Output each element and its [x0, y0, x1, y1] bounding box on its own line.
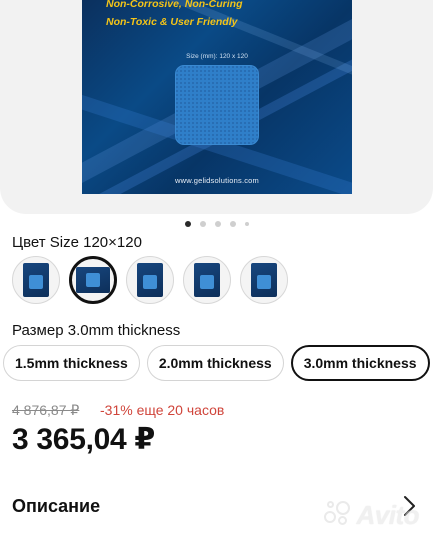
- color-swatch-list: [12, 256, 288, 304]
- pagination-dot[interactable]: [184, 221, 191, 227]
- size-option-2-0mm[interactable]: 2.0mm thickness: [146, 345, 284, 381]
- variant-thumbnail: [23, 263, 49, 297]
- old-price: 4 876,87 ₽: [12, 402, 80, 418]
- discount-badge: -31% еще 20 часов: [100, 402, 225, 418]
- size-option-1-5mm[interactable]: 1.5mm thickness: [3, 345, 140, 381]
- product-box-image: Non-Corrosive, Non-Curing Non-Toxic & Us…: [82, 0, 352, 194]
- variant-thumbnail: [76, 267, 110, 293]
- color-swatch[interactable]: [240, 256, 288, 304]
- pagination-dot[interactable]: [214, 221, 221, 227]
- pagination-dot[interactable]: [229, 221, 236, 227]
- box-feature-line-2: Non-Toxic & User Friendly: [106, 16, 238, 28]
- variant-thumbnail: [194, 263, 220, 297]
- avito-watermark: Avito: [323, 499, 420, 530]
- box-website-text: www.gelidsolutions.com: [174, 176, 260, 185]
- color-swatch-selected[interactable]: [69, 256, 117, 304]
- size-option-3-0mm[interactable]: 3.0mm thickness: [290, 345, 430, 381]
- box-feature-line-1: Non-Corrosive, Non-Curing: [106, 0, 243, 10]
- product-image-gallery[interactable]: Non-Corrosive, Non-Curing Non-Toxic & Us…: [0, 0, 433, 214]
- pagination-dot[interactable]: [199, 221, 206, 227]
- gallery-pagination-dots: [0, 220, 433, 228]
- current-price: 3 365,04 ₽: [12, 423, 155, 456]
- color-label: Цвет Size 120×120: [12, 234, 142, 251]
- size-option-list: 1.5mm thickness 2.0mm thickness 3.0mm th…: [3, 345, 430, 381]
- box-size-label: Size (mm): 120 x 120: [186, 53, 248, 60]
- thermal-pad-image: [175, 65, 259, 145]
- pagination-dot[interactable]: [244, 222, 249, 226]
- avito-logo-icon: [323, 501, 354, 529]
- size-label: Размер 3.0mm thickness: [12, 322, 181, 339]
- color-swatch[interactable]: [183, 256, 231, 304]
- watermark-text: Avito: [356, 499, 420, 530]
- color-swatch[interactable]: [12, 256, 60, 304]
- color-swatch[interactable]: [126, 256, 174, 304]
- description-title: Описание: [12, 496, 101, 516]
- variant-thumbnail: [137, 263, 163, 297]
- variant-thumbnail: [251, 263, 277, 297]
